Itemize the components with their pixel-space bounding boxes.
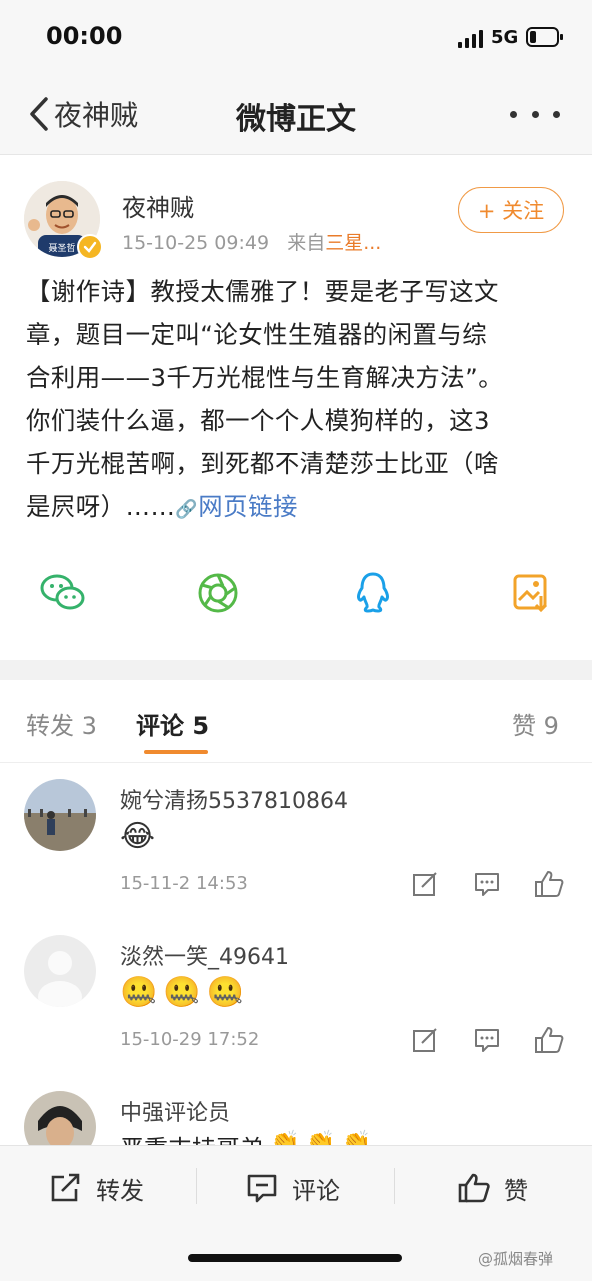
- watermark: @孤烟春弹: [478, 1250, 554, 1268]
- thumbs-up-icon: [458, 1173, 490, 1203]
- share-wechat-button[interactable]: [32, 562, 94, 624]
- toolbar-divider: [394, 1168, 395, 1204]
- follow-button[interactable]: + 关注: [458, 187, 564, 233]
- moments-icon: [198, 573, 238, 613]
- avatar-caption: 聂圣哲: [48, 243, 75, 254]
- save-image-icon: [513, 574, 548, 613]
- post-text-line: 章，题目一定叫“论女性生殖器的闲置与综: [26, 320, 488, 349]
- share-moments-button[interactable]: [187, 562, 249, 624]
- active-tab-indicator: [144, 750, 208, 754]
- repost-button[interactable]: 转发: [50, 1166, 144, 1210]
- comment-body: 🤐 🤐 🤐: [120, 975, 244, 1010]
- thumbs-up-icon: [535, 1027, 564, 1053]
- verified-badge-icon: [77, 234, 103, 260]
- default-avatar-icon: [38, 951, 82, 1007]
- post-text: 【谢作诗】教授太儒雅了！要是老子写这文 章，题目一定叫“论女性生殖器的闲置与综 …: [26, 270, 571, 531]
- comment-icon: [475, 1029, 499, 1052]
- page-title: 微博正文: [236, 102, 356, 137]
- commenter-avatar[interactable]: [24, 935, 96, 1007]
- comment-icon: [475, 873, 499, 896]
- post-source-prefix: 来自: [287, 232, 326, 254]
- reply-button[interactable]: [410, 1025, 440, 1055]
- zipper-mouth-emoji-icon: 🤐: [206, 975, 245, 1010]
- author-name[interactable]: 夜神贼: [122, 188, 194, 223]
- link-icon: 🔗: [175, 499, 199, 520]
- comment-reply-button[interactable]: [472, 869, 502, 899]
- share-icon: [51, 1173, 80, 1202]
- post-text-line: 千万光棍苦啊，到死都不清楚莎士比亚（啥: [26, 449, 499, 478]
- comment-list: 婉兮清扬5537810864 😂 15-11-2 14:53 淡然一笑_4964…: [0, 763, 592, 1145]
- post-text-line: 【谢作诗】教授太儒雅了！要是老子写这文: [26, 277, 499, 306]
- signal-icon: [458, 30, 483, 48]
- tab-like[interactable]: 赞 9: [512, 706, 559, 741]
- zipper-mouth-emoji-icon: 🤐: [120, 975, 158, 1010]
- comment-item: 婉兮清扬5537810864 😂 15-11-2 14:53: [0, 763, 592, 919]
- battery-icon: [526, 27, 563, 47]
- web-link-label: 网页链接: [198, 492, 298, 521]
- laugh-cry-emoji-icon: 😂: [120, 819, 156, 854]
- more-button[interactable]: [510, 104, 560, 124]
- clap-emoji-icon: 👏: [305, 1129, 336, 1145]
- save-image-button[interactable]: [500, 562, 562, 624]
- more-dot-icon: [510, 110, 517, 118]
- commenter-name[interactable]: 婉兮清扬5537810864: [120, 783, 348, 815]
- qq-icon: [357, 572, 389, 613]
- home-indicator[interactable]: [188, 1254, 402, 1262]
- post-text-line: 你们装什么逼，都一个个人模狗样的，这3: [26, 406, 491, 435]
- commenter-name[interactable]: 淡然一笑_49641: [120, 939, 289, 971]
- comment-time: 15-10-29 17:52: [120, 1029, 260, 1050]
- clap-emoji-icon: 👏: [270, 1129, 300, 1145]
- comment-item: 中强评论员 严重支持哥弟 👏 👏 👏: [0, 1075, 592, 1145]
- like-label: 赞: [504, 1176, 528, 1205]
- edit-icon: [413, 1028, 437, 1052]
- more-dot-icon: [553, 110, 560, 118]
- commenter-avatar[interactable]: [24, 779, 96, 851]
- avatar-portrait-image: [24, 1091, 96, 1145]
- post-timestamp: 15-10-25 09:49: [122, 232, 270, 254]
- comment-body: 严重支持哥弟 👏 👏 👏: [120, 1129, 372, 1145]
- network-label: 5G: [491, 27, 519, 48]
- status-time: 00:00: [46, 22, 123, 50]
- tab-comment[interactable]: 评论 5: [136, 706, 209, 741]
- like-button[interactable]: 赞: [458, 1166, 528, 1210]
- comment-text: 严重支持哥弟: [120, 1129, 264, 1145]
- reply-button[interactable]: [410, 869, 440, 899]
- more-dot-icon: [531, 110, 539, 118]
- comment-button[interactable]: 评论: [246, 1166, 340, 1210]
- comment-reply-button[interactable]: [472, 1025, 502, 1055]
- thumbs-up-icon: [535, 871, 564, 897]
- comment-label: 评论: [292, 1176, 340, 1205]
- commenter-name[interactable]: 中强评论员: [120, 1095, 230, 1127]
- post-source[interactable]: 三星...: [325, 232, 381, 254]
- zipper-mouth-emoji-icon: 🤐: [163, 975, 201, 1010]
- post-meta: 15-10-25 09:49 来自三星...: [122, 228, 381, 255]
- repost-label: 转发: [96, 1176, 144, 1205]
- post-text-last: 是屄呀）……: [26, 492, 176, 521]
- post-text-line: 合利用——3千万光棍性与生育解决方法”。: [26, 363, 504, 392]
- edit-icon: [413, 872, 437, 896]
- tab-repost[interactable]: 转发 3: [26, 706, 97, 741]
- section-divider: [0, 660, 592, 680]
- comment-time: 15-11-2 14:53: [120, 873, 248, 894]
- web-link[interactable]: 🔗网页链接: [175, 492, 298, 521]
- comment-item: 淡然一笑_49641 🤐 🤐 🤐 15-10-29 17:52: [0, 919, 592, 1075]
- comment-body: 😂: [120, 819, 155, 854]
- comment-icon: [247, 1174, 277, 1203]
- comment-like-button[interactable]: [534, 1025, 564, 1055]
- post-text-line: 是屄呀）……🔗网页链接: [26, 485, 571, 531]
- commenter-avatar[interactable]: [24, 1091, 96, 1145]
- comment-like-button[interactable]: [534, 869, 564, 899]
- toolbar-divider: [196, 1168, 197, 1204]
- share-qq-button[interactable]: [342, 562, 404, 624]
- wechat-icon: [40, 574, 85, 610]
- clap-emoji-icon: 👏: [341, 1129, 372, 1145]
- avatar-beach-image: [24, 779, 96, 851]
